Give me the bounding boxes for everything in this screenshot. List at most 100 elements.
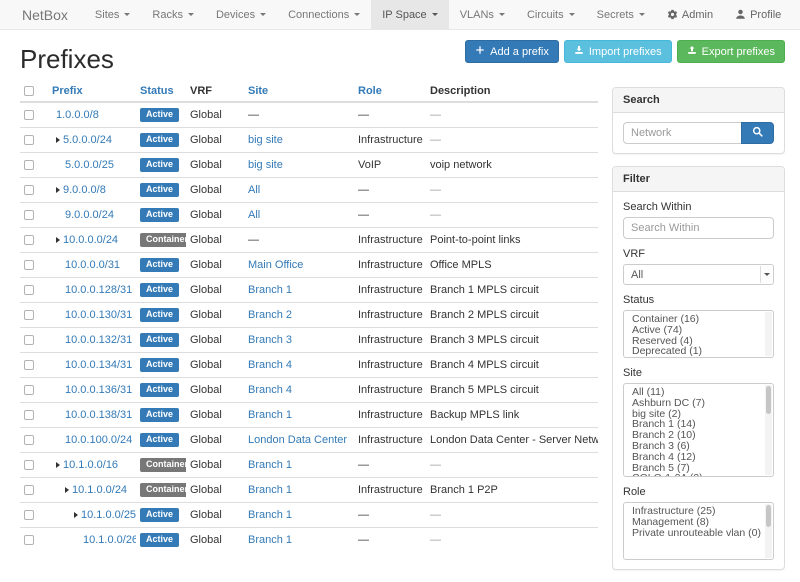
prefix-link[interactable]: 10.0.0.128/31 — [65, 284, 132, 296]
nav-item-profile[interactable]: Profile — [724, 0, 792, 29]
prefix-link[interactable]: 10.1.0.0/25 — [81, 509, 136, 521]
export-prefixes-button[interactable]: Export prefixes — [677, 40, 785, 63]
site-link[interactable]: Branch 1 — [248, 509, 292, 521]
site-listbox[interactable]: All (11)Ashburn DC (7)big site (2)Branch… — [623, 383, 774, 477]
row-checkbox[interactable] — [24, 410, 34, 420]
listbox-option[interactable]: Deprecated (1) — [624, 346, 773, 357]
nav-item-racks[interactable]: Racks — [141, 0, 205, 29]
prefix-table: PrefixStatusVRFSiteRoleDescription 1.0.0… — [20, 81, 598, 552]
row-checkbox[interactable] — [24, 235, 34, 245]
select-all-checkbox[interactable] — [24, 86, 34, 96]
site-link[interactable]: big site — [248, 134, 283, 146]
column-header-role[interactable]: Role — [358, 85, 382, 97]
prefix-link[interactable]: 10.1.0.0/16 — [63, 459, 118, 471]
prefix-link[interactable]: 10.0.0.0/31 — [65, 259, 120, 271]
listbox-option[interactable]: Management (8) — [624, 517, 773, 528]
site-link[interactable]: Branch 4 — [248, 359, 292, 371]
scrollbar[interactable] — [765, 385, 772, 475]
nav-item-devices[interactable]: Devices — [205, 0, 277, 29]
import-prefixes-button[interactable]: Import prefixes — [564, 40, 672, 63]
prefix-link[interactable]: 10.0.100.0/24 — [65, 434, 132, 446]
row-checkbox[interactable] — [24, 510, 34, 520]
listbox-option[interactable]: COLO-1-2A (2) — [624, 473, 773, 477]
listbox-option[interactable]: Active (74) — [624, 325, 773, 336]
row-checkbox[interactable] — [24, 110, 34, 120]
prefix-link[interactable]: 10.1.0.0/26 — [83, 534, 136, 546]
row-checkbox[interactable] — [24, 335, 34, 345]
row-checkbox[interactable] — [24, 285, 34, 295]
vrf-select[interactable]: All — [623, 264, 774, 285]
prefix-link[interactable]: 1.0.0.0/8 — [56, 109, 99, 121]
row-checkbox[interactable] — [24, 460, 34, 470]
prefix-link[interactable]: 10.0.0.138/31 — [65, 409, 132, 421]
listbox-option[interactable]: Infrastructure (25) — [624, 506, 773, 517]
site-link[interactable]: Branch 1 — [248, 409, 292, 421]
row-checkbox[interactable] — [24, 310, 34, 320]
row-checkbox[interactable] — [24, 210, 34, 220]
scrollbar[interactable] — [765, 312, 772, 356]
site-link[interactable]: London Data Center — [248, 434, 347, 446]
row-checkbox[interactable] — [24, 260, 34, 270]
site-link[interactable]: All — [248, 184, 260, 196]
row-checkbox[interactable] — [24, 485, 34, 495]
row-checkbox[interactable] — [24, 435, 34, 445]
prefix-link[interactable]: 10.0.0.136/31 — [65, 384, 132, 396]
scrollbar-thumb[interactable] — [766, 505, 771, 527]
prefix-link[interactable]: 9.0.0.0/24 — [65, 209, 114, 221]
search-input[interactable] — [623, 122, 741, 144]
add-a-prefix-button[interactable]: Add a prefix — [465, 40, 559, 63]
nav-item-circuits[interactable]: Circuits — [516, 0, 586, 29]
listbox-option[interactable]: Ashburn DC (7) — [624, 398, 773, 409]
table-row: 10.0.0.134/31ActiveGlobalBranch 4Infrast… — [20, 353, 598, 378]
row-checkbox[interactable] — [24, 385, 34, 395]
nav-item-ip-space[interactable]: IP Space — [371, 0, 448, 29]
vrf-value: Global — [190, 509, 222, 521]
site-link[interactable]: Branch 1 — [248, 534, 292, 546]
prefix-link[interactable]: 5.0.0.0/24 — [63, 134, 112, 146]
row-checkbox[interactable] — [24, 185, 34, 195]
nav-item-connections[interactable]: Connections — [277, 0, 371, 29]
nav-item-sites[interactable]: Sites — [84, 0, 141, 29]
site-link[interactable]: Branch 2 — [248, 309, 292, 321]
nav-item-log-out[interactable]: Log out — [792, 0, 800, 29]
nav-item-vlans[interactable]: VLANs — [449, 0, 516, 29]
prefix-link[interactable]: 9.0.0.0/8 — [63, 184, 106, 196]
site-link[interactable]: Branch 1 — [248, 284, 292, 296]
row-checkbox[interactable] — [24, 135, 34, 145]
row-checkbox[interactable] — [24, 160, 34, 170]
empty-value: — — [430, 134, 441, 146]
nav-item-label: Profile — [750, 9, 781, 21]
site-link[interactable]: Main Office — [248, 259, 303, 271]
table-row: 9.0.0.0/8ActiveGlobalAll—— — [20, 178, 598, 203]
nav-item-admin[interactable]: Admin — [656, 0, 724, 29]
column-header-status[interactable]: Status — [140, 85, 174, 97]
row-checkbox[interactable] — [24, 535, 34, 545]
table-row: 5.0.0.0/25ActiveGlobalbig siteVoIPvoip n… — [20, 153, 598, 178]
search-panel-title: Search — [613, 88, 784, 113]
scrollbar-thumb[interactable] — [766, 386, 771, 414]
site-link[interactable]: Branch 4 — [248, 384, 292, 396]
prefix-link[interactable]: 10.0.0.132/31 — [65, 334, 132, 346]
prefix-link[interactable]: 10.1.0.0/24 — [72, 484, 127, 496]
column-header-description: Description — [426, 81, 598, 102]
nav-item-secrets[interactable]: Secrets — [586, 0, 656, 29]
scrollbar[interactable] — [765, 504, 772, 558]
column-header-site[interactable]: Site — [248, 85, 268, 97]
site-link[interactable]: All — [248, 209, 260, 221]
search-within-input[interactable] — [623, 217, 774, 239]
row-checkbox[interactable] — [24, 360, 34, 370]
listbox-option[interactable]: Private unrouteable vlan (0) — [624, 528, 773, 539]
site-link[interactable]: big site — [248, 159, 283, 171]
search-button[interactable] — [741, 122, 774, 144]
site-link[interactable]: Branch 1 — [248, 459, 292, 471]
prefix-link[interactable]: 10.0.0.0/24 — [63, 234, 118, 246]
prefix-link[interactable]: 10.0.0.130/31 — [65, 309, 132, 321]
site-link[interactable]: Branch 3 — [248, 334, 292, 346]
prefix-link[interactable]: 5.0.0.0/25 — [65, 159, 114, 171]
site-link[interactable]: Branch 1 — [248, 484, 292, 496]
status-listbox[interactable]: Container (16)Active (74)Reserved (4)Dep… — [623, 310, 774, 358]
column-header-prefix[interactable]: Prefix — [52, 85, 83, 97]
prefix-link[interactable]: 10.0.0.134/31 — [65, 359, 132, 371]
brand[interactable]: NetBox — [0, 0, 84, 29]
listbox-option[interactable]: Branch 4 (12) — [624, 452, 773, 463]
